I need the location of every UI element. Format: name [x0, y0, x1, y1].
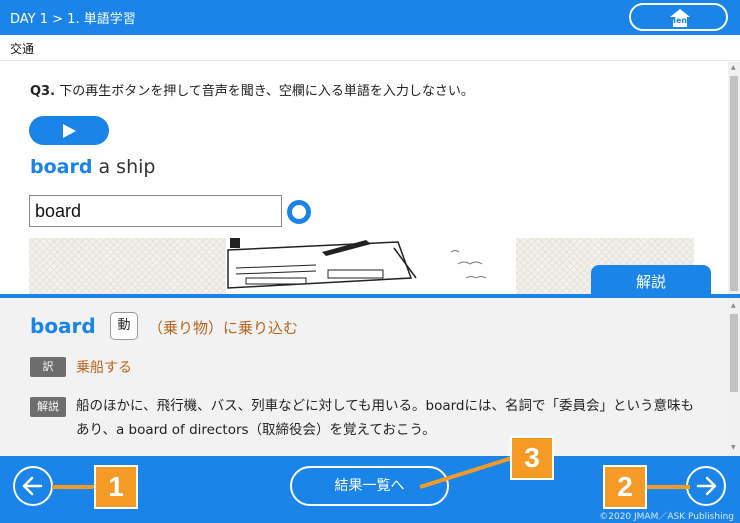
scroll-down-arrow[interactable]: ▼	[731, 444, 736, 451]
phrase: board a ship	[30, 156, 155, 178]
headword: board	[30, 314, 96, 338]
word-meaning: （乗り物）に乗り込む	[148, 319, 299, 337]
callout-badge: 2	[603, 465, 647, 509]
callout-badge: 1	[94, 465, 138, 509]
callout-badge: 3	[510, 436, 554, 480]
play-audio-button[interactable]	[29, 116, 109, 145]
explanation-scrollbar[interactable]: ▲ ▼	[728, 298, 740, 456]
category-label: 交通	[10, 42, 35, 56]
explanation-note: 船のほかに、飛行機、バス、列車などに対しても用いる。boardには、名詞で「委員…	[76, 398, 694, 438]
menu-label: Menu	[668, 16, 693, 25]
phrase-keyword: board	[30, 156, 93, 178]
copyright: ©2020 JMAM／ASK Publishing	[599, 512, 734, 522]
question-scrollbar[interactable]: ▲	[728, 62, 740, 295]
scroll-up-arrow[interactable]: ▲	[731, 64, 736, 71]
header-bar: DAY 1 > 1. 単語学習 Menu	[0, 0, 740, 35]
app-window: DAY 1 > 1. 単語学習 Menu 交通 ▲ Q3. 下の再生ボタンを押し…	[0, 0, 740, 523]
previous-button[interactable]	[13, 466, 53, 506]
menu-button[interactable]: Menu	[629, 3, 728, 31]
results-list-button[interactable]: 結果一覧へ	[290, 466, 449, 506]
category-bar: 交通	[0, 35, 740, 61]
circle-correct-icon	[287, 200, 311, 224]
question-text: Q3. 下の再生ボタンを押して音声を聞き、空欄に入る単語を入力しなさい。	[30, 80, 474, 99]
explanation-tab[interactable]: 解説	[591, 265, 711, 297]
breadcrumb: DAY 1 > 1. 単語学習	[10, 12, 136, 27]
scrollbar-thumb[interactable]	[730, 76, 738, 291]
part-of-speech-badge: 動	[110, 312, 138, 340]
translation-text: 乗船する	[76, 360, 132, 376]
phrase-rest: a ship	[92, 156, 156, 178]
ship-illustration	[226, 238, 516, 295]
answer-input[interactable]: board	[29, 195, 282, 227]
next-button[interactable]	[686, 466, 726, 506]
scrollbar-thumb[interactable]	[730, 314, 738, 392]
arrow-right-icon	[696, 476, 717, 496]
question-number: Q3.	[30, 84, 56, 99]
note-tag: 解説	[30, 397, 66, 417]
translation-tag: 訳	[30, 357, 66, 377]
arrow-left-icon	[22, 476, 43, 496]
question-instruction: 下の再生ボタンを押して音声を聞き、空欄に入る単語を入力しなさい。	[59, 84, 474, 99]
play-icon	[63, 124, 76, 138]
scroll-up-arrow[interactable]: ▲	[731, 302, 736, 309]
